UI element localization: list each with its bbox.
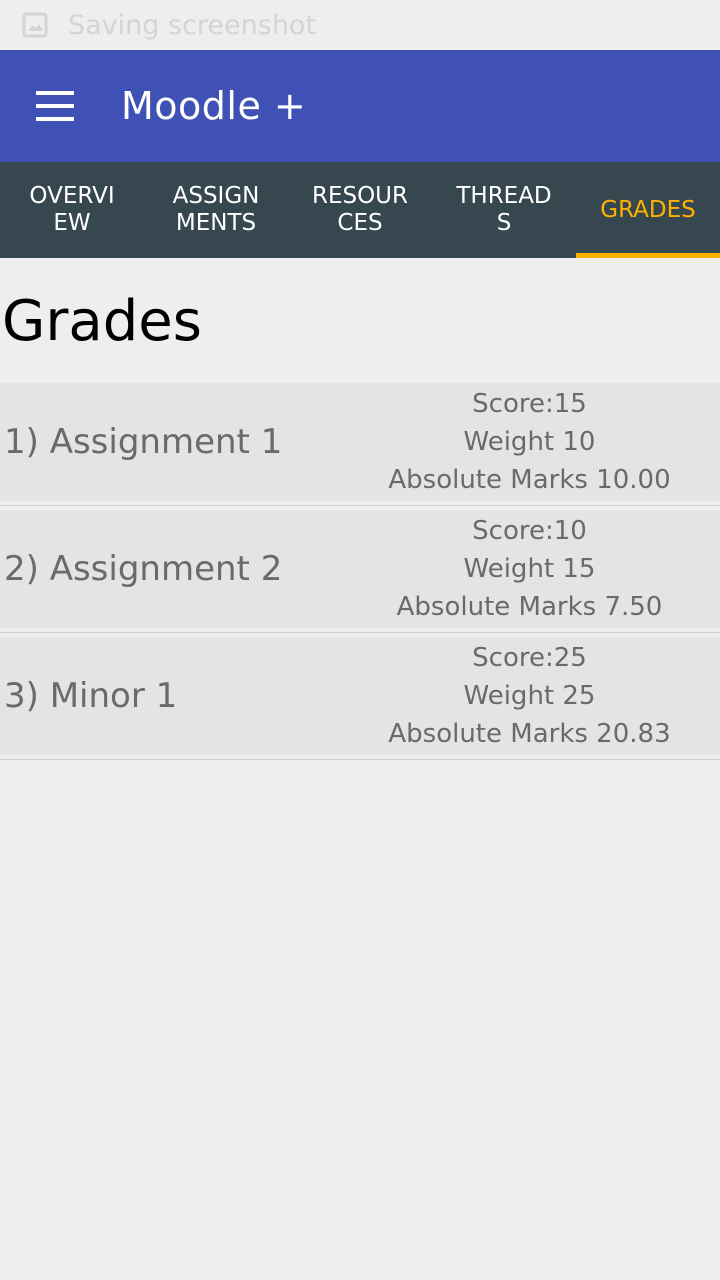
grade-weight: Weight 25 [463,681,596,711]
grade-weight: Weight 15 [463,554,596,584]
tab-assignments[interactable]: ASSIGN MENTS [144,162,288,258]
grade-absolute-marks: Absolute Marks 7.50 [396,592,663,622]
grade-absolute-marks: Absolute Marks 20.83 [388,719,671,749]
image-icon [22,12,48,38]
grade-row[interactable]: 1) Assignment 1 Score:15 Weight 10 Absol… [0,383,720,506]
status-text: Saving screenshot [68,9,317,41]
grade-details: Score:15 Weight 10 Absolute Marks 10.00 [339,385,720,499]
grade-weight: Weight 10 [463,427,596,457]
grade-absolute-marks: Absolute Marks 10.00 [388,465,671,495]
grade-list: 1) Assignment 1 Score:15 Weight 10 Absol… [0,383,720,764]
grade-score: Score:10 [472,516,587,546]
app-title: Moodle + [121,84,307,128]
grade-row[interactable]: 2) Assignment 2 Score:10 Weight 15 Absol… [0,510,720,633]
tab-threads[interactable]: THREAD S [432,162,576,258]
grade-score: Score:15 [472,389,587,419]
tab-overview[interactable]: OVERVI EW [0,162,144,258]
grade-name: 3) Minor 1 [4,676,178,716]
tab-resources[interactable]: RESOUR CES [288,162,432,258]
grade-name: 1) Assignment 1 [4,422,283,462]
grade-details: Score:10 Weight 15 Absolute Marks 7.50 [339,512,720,626]
hamburger-menu-icon[interactable] [36,91,76,121]
grade-details: Score:25 Weight 25 Absolute Marks 20.83 [339,639,720,753]
grade-name: 2) Assignment 2 [4,549,283,589]
tab-grades[interactable]: GRADES [576,162,720,258]
page-title: Grades [2,289,202,354]
grade-score: Score:25 [472,643,587,673]
tab-bar: OVERVI EW ASSIGN MENTS RESOUR CES THREAD… [0,162,720,258]
grade-row[interactable]: 3) Minor 1 Score:25 Weight 25 Absolute M… [0,637,720,760]
app-bar: Moodle + [0,50,720,162]
status-bar: Saving screenshot [0,0,720,50]
